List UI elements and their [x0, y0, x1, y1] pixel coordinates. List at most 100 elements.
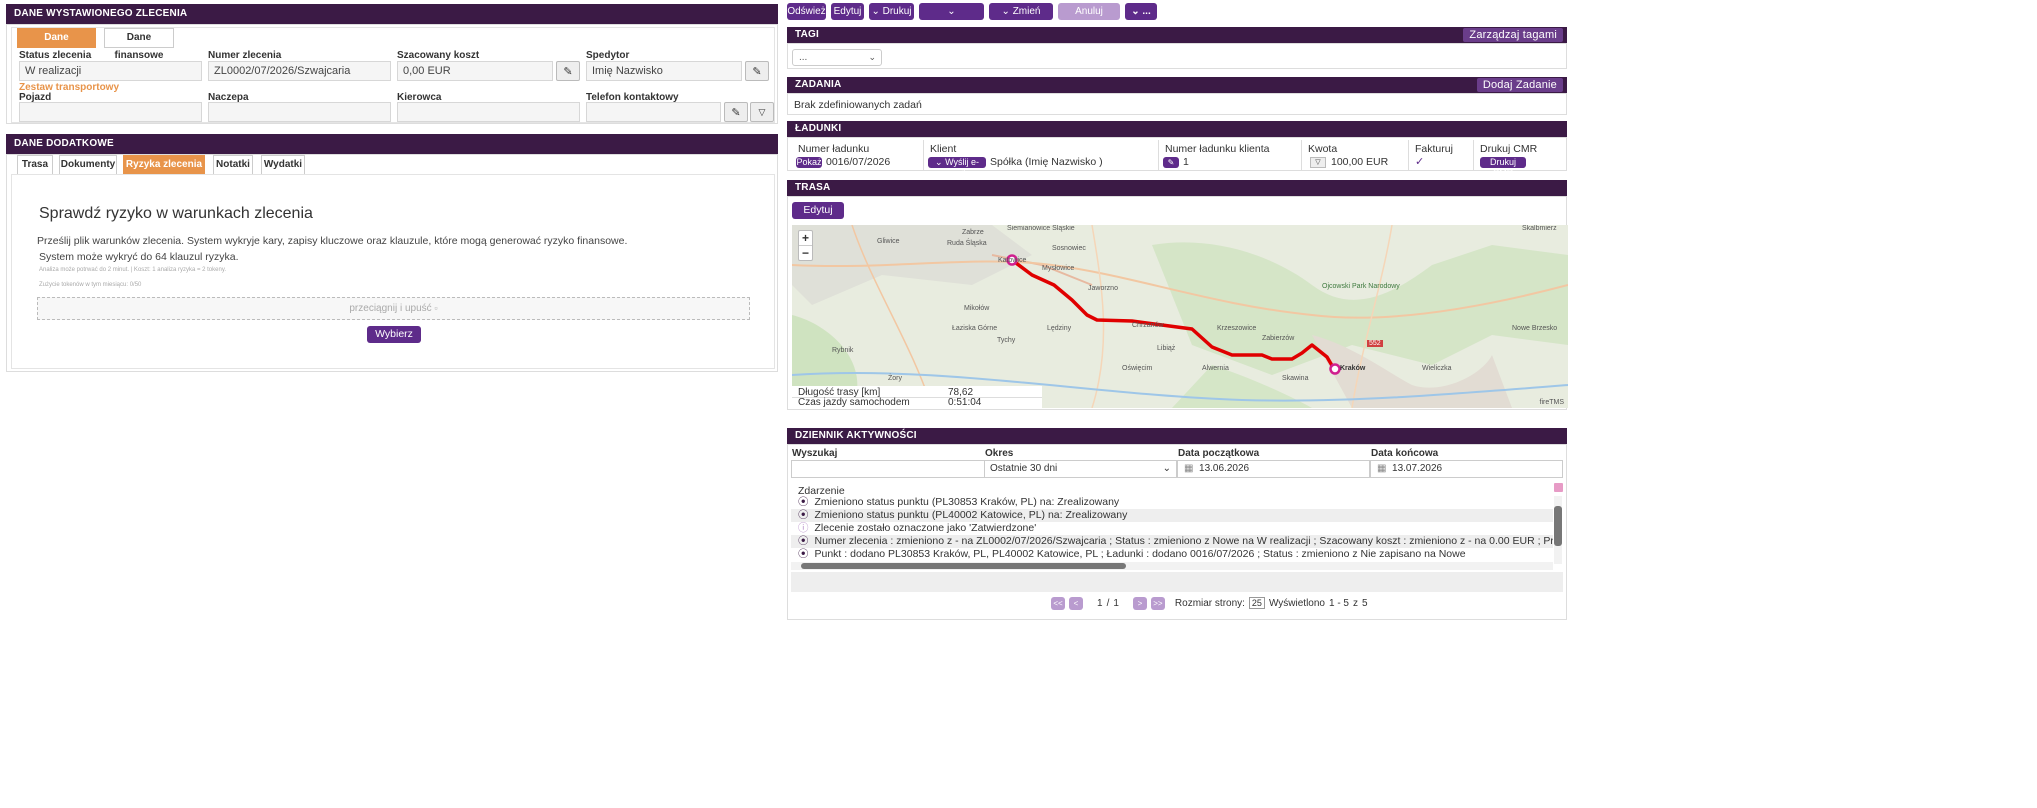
tags-select[interactable]: ... ⌄	[792, 49, 882, 66]
tab-financial-data[interactable]: Dane finansowe	[104, 28, 174, 61]
export-icon[interactable]	[1554, 483, 1563, 492]
zoom-out-button[interactable]: −	[799, 246, 812, 261]
of-label: z	[1353, 597, 1358, 609]
order-number-label: Numer zlecenia	[208, 50, 282, 61]
horizontal-scrollbar[interactable]	[791, 562, 1553, 570]
map-label: Łaziska Górne	[952, 325, 998, 332]
map-label: Katowice	[998, 257, 1027, 264]
info-icon: ⓘ	[798, 522, 809, 534]
end-date-input[interactable]: ▦ 13.07.2026	[1370, 460, 1563, 478]
risk-note-time-cost: Analiza może potrwać do 2 minut. | Koszt…	[39, 267, 227, 273]
phone-field[interactable]	[586, 102, 721, 122]
filter-icon: ▽	[758, 106, 766, 117]
period-select[interactable]: Ostatnie 30 dni ⌄	[984, 460, 1177, 478]
list-item: ⓘ Zlecenie zostało oznaczone jako 'Zatwie…	[791, 522, 1553, 535]
period-label: Okres	[985, 448, 1014, 459]
edit-client-number-button[interactable]: ✎	[1163, 157, 1179, 168]
tab-basic-data[interactable]: Dane podstawowe	[17, 28, 96, 61]
prev-page-button[interactable]: <	[1069, 596, 1083, 610]
loads-header-client-number: Numer ładunku klienta	[1165, 143, 1270, 155]
edit-phone-button[interactable]: ✎	[724, 102, 748, 122]
edit-icon: ✎	[752, 65, 762, 78]
tab-documents[interactable]: Dokumenty	[59, 155, 117, 175]
map-label: Sosnowiec	[1052, 245, 1086, 252]
vehicle-field[interactable]	[19, 102, 202, 122]
activity-panel: DZIENNIK AKTYWNOŚCI Wyszukaj Okres Ostat…	[787, 428, 1567, 620]
tasks-empty-text: Brak zdefiniowanych zadań	[794, 99, 922, 111]
invoice-checkbox[interactable]: ✓	[1415, 155, 1424, 168]
manage-tags-button[interactable]: Zarządzaj tagami	[1463, 28, 1563, 42]
scrollbar-thumb[interactable]	[801, 563, 1126, 569]
add-task-button[interactable]: Dodaj Zadanie	[1476, 78, 1563, 92]
driver-field[interactable]	[397, 102, 580, 122]
cancel-order-button[interactable]: Anuluj zlecenie	[1058, 3, 1120, 34]
edit-button[interactable]: Edytuj	[831, 3, 864, 20]
next-page-button[interactable]: >	[1132, 596, 1147, 610]
file-dropzone[interactable]: przeciągnij i upuść ▫	[37, 297, 750, 320]
map-label: Mysłowice	[1042, 265, 1075, 272]
chevron-down-icon: ⌄	[947, 6, 956, 17]
show-load-button[interactable]: Pokaż	[796, 157, 822, 168]
edit-cost-button[interactable]: ✎	[556, 61, 580, 81]
tab-expenses[interactable]: Wydatki	[261, 155, 305, 175]
start-date-input[interactable]: ▦ 13.06.2026	[1177, 460, 1370, 478]
loads-header-invoice: Fakturuj	[1415, 143, 1453, 155]
extra-panel-title: DANE DODATKOWE	[6, 134, 778, 154]
tab-route[interactable]: Trasa	[17, 155, 53, 175]
events-list: ⦿ Zmieniono status punktu (PL30853 Kraków…	[791, 496, 1553, 561]
send-email-button[interactable]: ⌄ Wyślij e-mail	[928, 157, 986, 178]
estimated-cost-field[interactable]: 0,00 EUR	[397, 61, 553, 81]
more-actions-button[interactable]: ⌄ ...	[1125, 3, 1157, 20]
change-status-button[interactable]: ⌄ Zmień Status	[989, 3, 1053, 34]
filter-phone-button[interactable]: ▽	[750, 102, 774, 122]
map-label: Chrzanów	[1132, 322, 1164, 329]
risk-heading: Sprawdź ryzyko w warunkach zlecenia	[39, 205, 313, 222]
refresh-button[interactable]: Odśwież	[787, 3, 826, 20]
choose-file-button[interactable]: Wybierz plik	[367, 326, 421, 357]
drive-time-value: 0:51:04	[948, 397, 982, 408]
order-panel-title: DANE WYSTAWIONEGO ZLECENIA	[6, 4, 778, 24]
list-item: ⦿ Numer zlecenia : zmieniono z - na ZL000…	[791, 535, 1553, 548]
order-number-field[interactable]: ZL0002/07/2026/Szwajcaria	[208, 61, 391, 81]
first-page-button[interactable]: <<	[1051, 596, 1065, 610]
status-label: Status zlecenia	[19, 50, 92, 61]
tab-ai-risks[interactable]: Ryzyka zlecenia (AI)	[123, 155, 205, 188]
vertical-scrollbar[interactable]	[1554, 496, 1562, 564]
client-load-number: 1	[1183, 156, 1189, 168]
loads-title: ŁADUNKI	[787, 121, 1567, 137]
filter-icon: ▽	[1315, 159, 1321, 166]
print-button[interactable]: ⌄ Drukuj	[869, 3, 914, 20]
communication-button[interactable]: ⌄ Komunikacja	[919, 3, 984, 34]
amount-filter-button[interactable]: ▽	[1310, 157, 1326, 168]
route-map[interactable]: Zabrze Siemianowice Śląskie Gliwice Ruda…	[792, 225, 1568, 408]
chevron-down-icon: ⌄	[1001, 6, 1010, 17]
tags-panel: TAGI Zarządzaj tagami ... ⌄	[787, 27, 1567, 69]
upload-icon: ▫	[434, 303, 438, 313]
search-label: Wyszukaj	[792, 448, 838, 459]
print-cmr-button[interactable]: Drukuj CMR	[1480, 157, 1526, 178]
trailer-field[interactable]	[208, 102, 391, 122]
scrollbar-thumb[interactable]	[1554, 506, 1562, 546]
load-number: 0016/07/2026	[826, 156, 891, 168]
loads-header-number: Numer ładunku	[798, 143, 870, 155]
page-size-select[interactable]: 25	[1248, 597, 1265, 609]
tab-notes[interactable]: Notatki	[213, 155, 253, 175]
status-field[interactable]: W realizacji	[19, 61, 202, 81]
map-label: Libiąż	[1157, 345, 1176, 352]
map-label: Siemianowice Śląskie	[1007, 225, 1075, 232]
last-page-button[interactable]: >>	[1150, 596, 1165, 610]
search-input[interactable]	[791, 460, 985, 478]
check-icon: ✓	[1415, 156, 1425, 168]
zoom-in-button[interactable]: +	[799, 231, 812, 246]
edit-icon: ✎	[731, 106, 741, 119]
edit-forwarder-button[interactable]: ✎	[745, 61, 769, 81]
calendar-icon: ▦	[1377, 463, 1387, 474]
forwarder-field[interactable]: Imię Nazwisko	[586, 61, 742, 81]
chevron-down-icon: ⌄	[1131, 6, 1140, 17]
chevron-down-icon: ⌄	[868, 52, 876, 62]
tasks-panel: ZADANIA Dodaj Zadanie Brak zdefiniowanyc…	[787, 77, 1567, 115]
edit-route-button[interactable]: Edytuj trasę	[792, 202, 844, 233]
map-label: Zabrze	[962, 229, 984, 236]
load-amount: 100,00 EUR	[1331, 156, 1389, 168]
map-label: Gliwice	[877, 238, 900, 245]
